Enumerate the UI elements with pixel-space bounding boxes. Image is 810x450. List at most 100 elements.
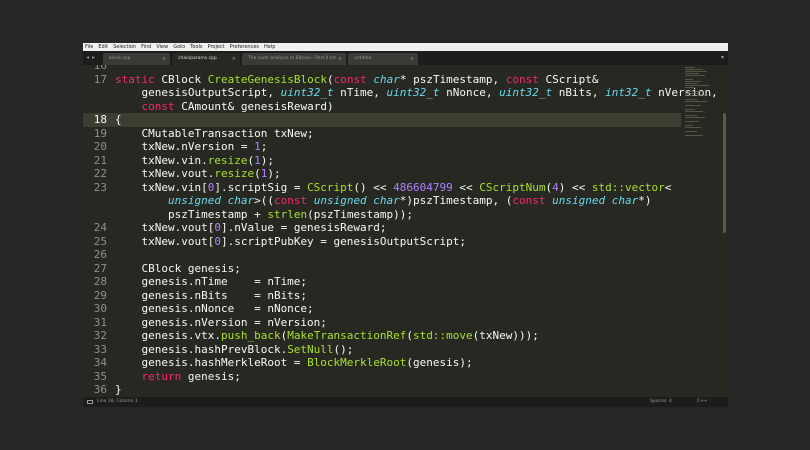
line-number: 23 [93,180,107,194]
line-number: 19 [93,126,107,140]
menu-item-view[interactable]: View [156,43,168,51]
minimap-line [685,101,707,102]
code-line[interactable]: 27 CBlock genesis; [83,262,681,276]
line-number: 24 [93,221,107,234]
tab-dropdown-icon[interactable]: ▾ [721,51,724,65]
code-text: txNew.vin[0].scriptSig = CScript() << 48… [115,180,672,194]
minimap-line [685,93,699,94]
minimap-line [685,135,703,136]
code-line[interactable]: unsigned char>((const unsigned char*)psz… [83,194,681,208]
minimap-line [685,85,709,86]
code-text: genesis.nTime = nTime; [115,275,308,288]
code-line[interactable]: 22 txNew.vout.resize(1); [83,167,681,181]
tab-next-icon[interactable]: ▸ [92,51,95,65]
code-text: txNew.nVersion = 1; [115,140,268,153]
minimap-line [685,105,701,106]
minimap-line [685,75,705,76]
scrollbar[interactable] [723,113,726,233]
menu-item-preferences[interactable]: Preferences [230,43,259,51]
code-line[interactable]: 26 [83,248,681,262]
line-number: 32 [93,329,107,342]
tab[interactable]: The code analysis of Bitcoin - Part II.t… [242,53,346,65]
code-text: txNew.vin.resize(1); [115,153,274,167]
menu-item-find[interactable]: Find [141,43,151,51]
line-number: 35 [93,369,107,383]
tab-close-icon[interactable]: × [232,53,236,65]
minimap-line [685,81,701,82]
line-number: 22 [93,167,107,180]
minimap-line [685,99,697,100]
menu-item-tools[interactable]: Tools [190,43,202,51]
cursor-position: Line 18, Column 1 [97,399,138,404]
code-text: pszTimestamp + strlen(pszTimestamp)); [115,207,414,221]
line-number: 30 [93,302,107,315]
menu-item-edit[interactable]: Edit [98,43,108,51]
code-line[interactable]: const CAmount& genesisReward) [83,100,681,114]
code-line[interactable]: 20 txNew.nVersion = 1; [83,140,681,154]
line-number: 28 [93,275,107,288]
minimap-line [685,95,705,96]
code-line[interactable]: 35 return genesis; [83,370,681,384]
code-text: genesis.nBits = nBits; [115,288,308,302]
indentation-setting[interactable]: Spaces: 4 [650,397,672,407]
menu-item-project[interactable]: Project [208,43,225,51]
code-text: txNew.vout.resize(1); [115,167,281,180]
code-line[interactable]: 31 genesis.nVersion = nVersion; [83,316,681,330]
code-line[interactable]: 32 genesis.vtx.push_back(MakeTransaction… [83,329,681,343]
line-number: 31 [93,315,107,329]
code-text: CBlock genesis; [115,261,241,275]
line-number: 25 [93,234,107,248]
menu-item-help[interactable]: Help [264,43,275,51]
minimap-line [685,73,699,74]
tab-close-icon[interactable]: × [410,53,414,65]
code-line[interactable]: 19 CMutableTransaction txNew; [83,127,681,141]
code-text: genesis.nNonce = nNonce; [115,302,314,315]
code-line[interactable]: 16 [83,65,681,73]
tab-label: The code analysis of Bitcoin - Part II.t… [248,56,337,61]
panel-toggle-icon[interactable] [87,400,93,404]
minimap-line [685,83,697,84]
menu-item-goto[interactable]: Goto [173,43,185,51]
line-number: 27 [93,261,107,275]
code-line[interactable]: 17 static CBlock CreateGenesisBlock(const… [83,73,681,87]
line-number: 18 [93,113,107,126]
minimap[interactable] [681,65,721,145]
tab-prev-icon[interactable]: ◂ [86,51,89,65]
minimap-line [685,121,699,122]
code-line[interactable]: 29 genesis.nBits = nBits; [83,289,681,303]
menu-item-selection[interactable]: Selection [113,43,136,51]
minimap-line [685,109,695,110]
code-line[interactable]: 34 genesis.hashMerkleRoot = BlockMerkleR… [83,356,681,370]
code-line[interactable]: 23 txNew.vin[0].scriptSig = CScript() <<… [83,181,681,195]
code-editor[interactable]: 16 17 static CBlock CreateGenesisBlock(con… [83,65,728,397]
menu-bar: File Edit Selection Find View Goto Tools Projec… [83,43,728,51]
code-text: genesis.hashPrevBlock.SetNull(); [115,342,354,356]
code-text: txNew.vout[0].nValue = genesisReward; [115,221,387,234]
code-line[interactable]: 21 txNew.vin.resize(1); [83,154,681,168]
code-line[interactable]: 30 genesis.nNonce = nNonce; [83,302,681,316]
minimap-line [685,127,701,128]
tab-close-icon[interactable]: × [338,53,342,65]
tab[interactable]: untitled × [348,53,418,65]
code-line[interactable]: genesisOutputScript, uint32_t nTime, uin… [83,86,717,100]
code-line[interactable]: pszTimestamp + strlen(pszTimestamp)); [83,208,681,222]
menu-item-file[interactable]: File [85,43,93,51]
tab[interactable]: block.cpp × [103,53,170,65]
code-line[interactable]: 25 txNew.vout[0].scriptPubKey = genesisO… [83,235,681,249]
code-line[interactable]: 18 { [83,113,681,127]
code-line[interactable]: 33 genesis.hashPrevBlock.SetNull(); [83,343,681,357]
tab-close-icon[interactable]: × [162,53,166,65]
line-number: 34 [93,356,107,369]
code-line[interactable]: 36} [83,383,681,397]
code-text: unsigned char>((const unsigned char*)psz… [167,194,652,207]
tab-label: block.cpp [109,56,131,61]
minimap-line [685,71,707,72]
line-number: 20 [93,140,107,153]
line-number: 21 [93,153,107,167]
code-line[interactable]: 28 genesis.nTime = nTime; [83,275,681,289]
tab[interactable]: chainparams.cpp × [172,53,240,65]
code-line[interactable]: 24 txNew.vout[0].nValue = genesisReward; [83,221,681,235]
code-text: genesis.vtx.push_back(MakeTransactionRef… [115,329,539,342]
minimap-line [685,87,695,88]
syntax-selector[interactable]: C++ [697,397,708,407]
